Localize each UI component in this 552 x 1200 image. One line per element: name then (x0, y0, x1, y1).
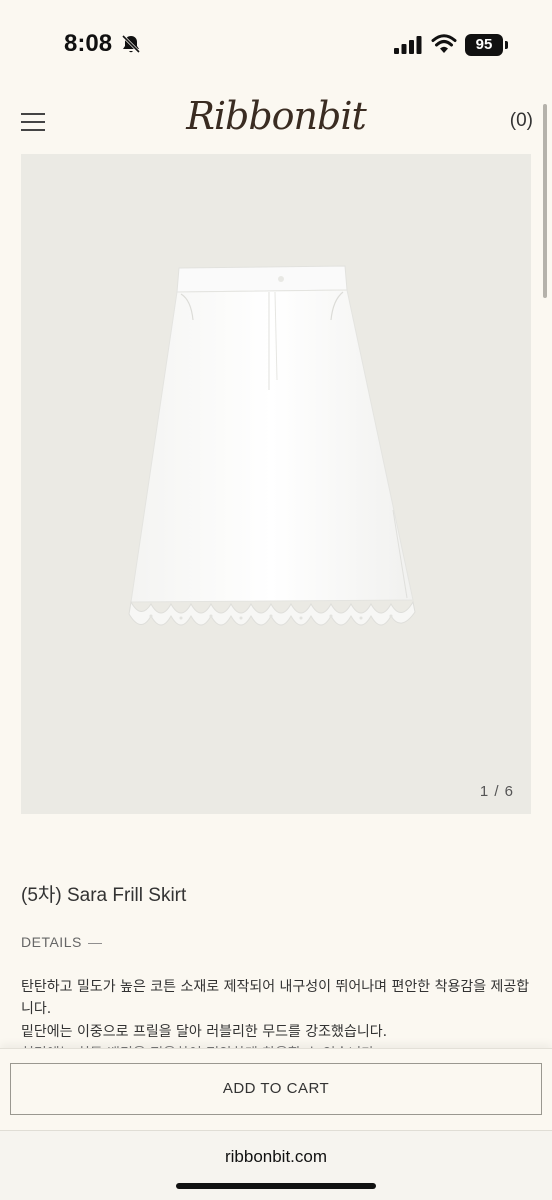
details-toggle-label[interactable]: DETAILS (21, 934, 82, 950)
wifi-icon (431, 34, 457, 53)
home-indicator[interactable] (176, 1183, 376, 1189)
browser-url[interactable]: ribbonbit.com (0, 1147, 552, 1167)
scroll-indicator (543, 104, 547, 298)
site-logo[interactable]: Ribbonbit (0, 94, 552, 138)
bottom-action-bar: ADD TO CART ribbonbit.com (0, 1048, 552, 1200)
product-description-line: 밑단에는 이중으로 프릴을 달아 러블리한 무드를 강조했습니다. (21, 1024, 388, 1040)
site-header: Ribbonbit (0) (0, 90, 552, 154)
product-description-line: 탄탄하고 밀도가 높은 코튼 소재로 제작되어 내구성이 뛰어나며 편안한 착용… (21, 979, 530, 1017)
battery-level: 95 (465, 34, 503, 56)
cart-count-link[interactable]: (0) (510, 110, 533, 132)
product-photo-skirt (128, 265, 416, 626)
add-to-cart-button[interactable]: ADD TO CART (10, 1063, 542, 1115)
image-counter: 1 / 6 (479, 783, 514, 800)
product-title: (5차) Sara Frill Skirt (21, 885, 187, 906)
status-time: 8:08 (64, 30, 113, 57)
cellular-signal-icon (394, 36, 422, 54)
product-image-gallery[interactable]: 1 / 6 (21, 154, 531, 814)
browser-address-bar: ribbonbit.com (0, 1130, 552, 1200)
bell-muted-icon (121, 34, 141, 54)
collapse-toggle-icon[interactable]: — (88, 934, 102, 950)
battery-nub (505, 41, 508, 49)
status-bar: 8:08 95 (0, 0, 552, 90)
